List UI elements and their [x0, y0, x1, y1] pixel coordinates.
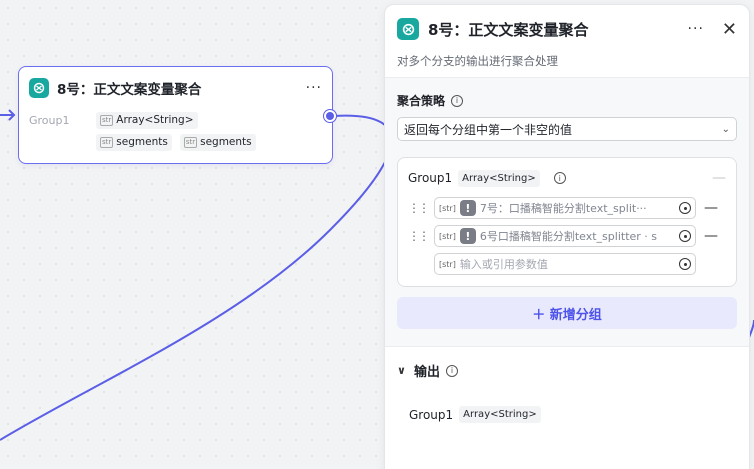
variable-input-empty[interactable]: [str] 输入或引用参数值: [434, 253, 696, 275]
str-type-icon: [str]: [439, 259, 456, 269]
strategy-label: 聚合策略: [397, 94, 446, 108]
var-row: ⋮⋮ [str] ! 7号：口播稿智能分割text_split··· —: [408, 197, 726, 219]
panel-description: 对多个分支的输出进行聚合处理: [397, 54, 558, 68]
output-port[interactable]: [324, 110, 336, 122]
chevron-down-icon: ∨: [397, 364, 406, 377]
node-segment-tag-1: str segments: [96, 133, 172, 151]
panel-title: 8号：正文文案变量聚合: [428, 20, 589, 39]
output-label: 输出: [413, 365, 440, 380]
add-group-button[interactable]: ＋ 新增分组: [397, 297, 737, 329]
node-title: 8号：正文文案变量聚合: [57, 82, 202, 98]
info-icon[interactable]: i: [451, 94, 464, 107]
reference-target-icon[interactable]: [679, 230, 691, 242]
str-type-icon: [str]: [439, 203, 456, 213]
var-row: ⋮⋮ [str] ! 6号口播稿智能分割text_splitter · s —: [408, 225, 726, 247]
variable-input-1[interactable]: [str] ! 7号：口播稿智能分割text_split···: [434, 197, 696, 219]
output-name: Group1: [409, 407, 454, 422]
variable-input-2[interactable]: [str] ! 6号口播稿智能分割text_splitter · s: [434, 225, 696, 247]
node-segment-tag-2: str segments: [179, 133, 256, 151]
node-group-type-tag: str Array<String>: [96, 111, 198, 129]
more-icon[interactable]: ···: [688, 21, 704, 37]
warning-icon: !: [459, 228, 476, 244]
warning-icon: !: [459, 200, 476, 216]
var-row: [str] 输入或引用参数值: [408, 253, 726, 275]
aggregator-node-card[interactable]: 8号：正文文案变量聚合 ··· Group1 str Array<String> …: [18, 66, 333, 164]
output-row: Group1 Array<String>: [385, 380, 749, 423]
remove-group-icon[interactable]: —: [712, 170, 726, 186]
more-icon[interactable]: ···: [306, 80, 322, 96]
node-group-label: Group1: [29, 113, 70, 127]
remove-variable-icon[interactable]: —: [702, 200, 718, 216]
strategy-select[interactable]: 返回每个分组中第一个非空的值 ⌄: [397, 117, 737, 141]
reference-target-icon[interactable]: [679, 202, 691, 214]
remove-variable-icon[interactable]: —: [702, 228, 718, 244]
node-settings-panel: 8号：正文文案变量聚合 ··· ✕ 对多个分支的输出进行聚合处理 聚合策略 i …: [384, 4, 750, 469]
array-str-icon: str: [183, 136, 198, 148]
output-type-tag: Array<String>: [459, 406, 541, 423]
settings-section: 聚合策略 i 返回每个分组中第一个非空的值 ⌄ Group1 Array<Str…: [385, 77, 749, 347]
array-str-icon: str: [100, 114, 114, 126]
group-type-tag: Array<String>: [458, 169, 540, 187]
output-section-header[interactable]: ∨ 输出 i: [385, 347, 749, 380]
str-type-icon: [str]: [439, 231, 456, 241]
group-name: Group1: [408, 171, 453, 185]
variable-aggregator-icon: [29, 78, 49, 98]
group-box: Group1 Array<String> i — ⋮⋮ [str] ! 7号：口…: [397, 157, 737, 287]
reference-target-icon[interactable]: [679, 258, 691, 270]
variable-aggregator-icon: [397, 18, 419, 40]
info-icon[interactable]: i: [553, 172, 566, 184]
chevron-down-icon: ⌄: [721, 123, 730, 135]
close-icon[interactable]: ✕: [722, 19, 737, 40]
drag-handle-icon[interactable]: ⋮⋮: [408, 201, 430, 215]
info-icon[interactable]: i: [445, 364, 458, 377]
array-str-icon: str: [100, 136, 114, 148]
drag-handle-icon[interactable]: ⋮⋮: [408, 229, 430, 243]
